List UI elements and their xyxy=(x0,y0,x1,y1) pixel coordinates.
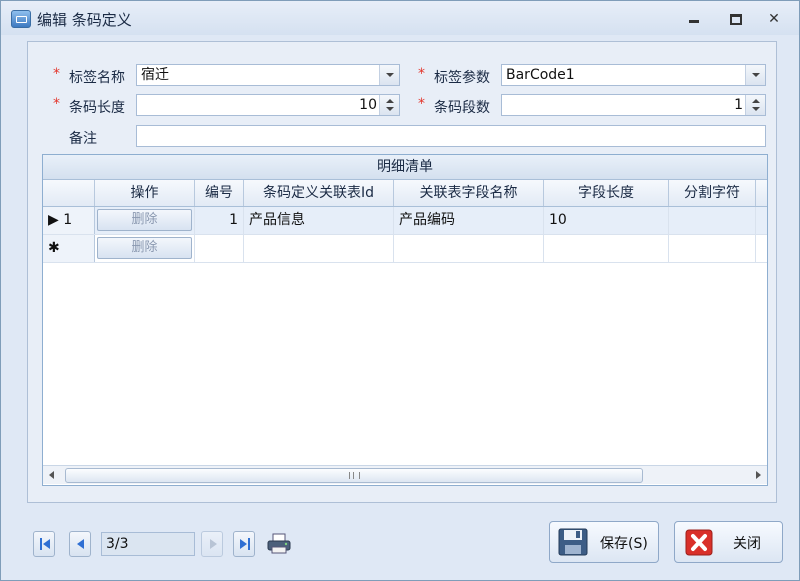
length-cell[interactable]: 10 xyxy=(544,207,669,234)
delete-button[interactable]: 删除 xyxy=(97,209,192,231)
column-header[interactable]: 编号 xyxy=(195,180,244,206)
scroll-left-icon[interactable] xyxy=(43,466,61,484)
first-icon xyxy=(40,538,42,550)
detail-grid: 明细清单 操作 编号 条码定义关联表Id 关联表字段名称 字段长度 分割字符 ▶… xyxy=(42,154,768,486)
close-button[interactable]: 关闭 xyxy=(674,521,783,563)
new-row[interactable]: ✱ 删除 xyxy=(43,235,767,263)
edit-barcode-window: 编辑 条码定义 ✕ * 标签名称 宿迁 * 标签参数 BarCode1 * 条码… xyxy=(0,0,800,581)
record-position: 3/3 xyxy=(101,532,195,556)
delete-button[interactable]: 删除 xyxy=(97,237,192,259)
horizontal-scrollbar[interactable] xyxy=(43,465,767,484)
first-record-button[interactable] xyxy=(33,531,55,557)
new-row-indicator[interactable]: ✱ xyxy=(43,235,95,262)
first-arrow-icon xyxy=(43,539,50,549)
segment-count-value: 1 xyxy=(734,97,743,113)
grid-header: 操作 编号 条码定义关联表Id 关联表字段名称 字段长度 分割字符 xyxy=(43,180,767,207)
spin-up-icon[interactable] xyxy=(386,99,394,103)
row-indicator-header xyxy=(43,180,95,206)
next-icon xyxy=(210,539,217,549)
last-arrow-icon xyxy=(240,539,247,549)
required-mark: * xyxy=(418,66,425,82)
table-row[interactable]: ▶ 1 删除 1 产品信息 产品编码 10 xyxy=(43,207,767,235)
label-param-label: 标签参数 xyxy=(434,70,490,86)
scrollbar-thumb[interactable] xyxy=(65,468,643,483)
code-length-spinner[interactable]: 10 xyxy=(136,94,400,116)
close-icon xyxy=(685,529,713,560)
last-record-button[interactable] xyxy=(233,531,255,557)
label-name-label: 标签名称 xyxy=(69,70,125,86)
label-param-combo[interactable]: BarCode1 xyxy=(501,64,766,86)
save-icon xyxy=(558,528,588,560)
spin-up-icon[interactable] xyxy=(752,99,760,103)
column-header[interactable]: 字段长度 xyxy=(544,180,669,206)
required-mark: * xyxy=(53,66,60,82)
required-mark: * xyxy=(53,96,60,112)
column-header[interactable]: 关联表字段名称 xyxy=(394,180,544,206)
code-length-value: 10 xyxy=(359,97,377,113)
close-window-button[interactable]: ✕ xyxy=(765,11,783,27)
spin-down-icon[interactable] xyxy=(386,107,394,111)
last-icon xyxy=(248,538,250,550)
previous-record-button[interactable] xyxy=(69,531,91,557)
printer-icon[interactable] xyxy=(265,532,293,556)
field-name-cell[interactable]: 产品编码 xyxy=(394,207,544,234)
table-id-cell[interactable]: 产品信息 xyxy=(244,207,394,234)
next-record-button[interactable] xyxy=(201,531,223,557)
minimize-icon xyxy=(689,20,699,23)
close-label: 关闭 xyxy=(733,536,761,552)
title-bar[interactable]: 编辑 条码定义 ✕ xyxy=(1,1,799,35)
length-cell[interactable] xyxy=(544,235,669,262)
app-icon xyxy=(11,10,31,28)
no-cell[interactable] xyxy=(195,235,244,262)
spin-down-icon[interactable] xyxy=(752,107,760,111)
field-name-cell[interactable] xyxy=(394,235,544,262)
maximize-button[interactable] xyxy=(727,11,745,27)
spin-buttons[interactable] xyxy=(745,95,765,115)
grid-caption: 明细清单 xyxy=(43,155,767,180)
maximize-icon xyxy=(730,14,742,25)
column-header[interactable]: 操作 xyxy=(95,180,195,206)
chevron-down-icon[interactable] xyxy=(379,65,399,85)
label-name-combo[interactable]: 宿迁 xyxy=(136,64,400,86)
separator-cell[interactable] xyxy=(669,235,756,262)
chevron-down-icon[interactable] xyxy=(745,65,765,85)
previous-icon xyxy=(77,539,84,549)
segment-count-label: 条码段数 xyxy=(434,100,490,116)
column-header[interactable]: 条码定义关联表Id xyxy=(244,180,394,206)
spin-buttons[interactable] xyxy=(379,95,399,115)
row-indicator[interactable]: ▶ 1 xyxy=(43,207,95,234)
action-cell: 删除 xyxy=(95,207,195,234)
scroll-right-icon[interactable] xyxy=(749,466,767,484)
window-title: 编辑 条码定义 xyxy=(37,11,132,29)
remark-input[interactable] xyxy=(136,125,766,147)
column-header[interactable]: 分割字符 xyxy=(669,180,756,206)
save-label: 保存(S) xyxy=(600,536,648,552)
separator-cell[interactable] xyxy=(669,207,756,234)
code-length-label: 条码长度 xyxy=(69,100,125,116)
action-cell: 删除 xyxy=(95,235,195,262)
grip-icon xyxy=(349,472,360,479)
save-button[interactable]: 保存(S) xyxy=(549,521,659,563)
no-cell[interactable]: 1 xyxy=(195,207,244,234)
table-id-cell[interactable] xyxy=(244,235,394,262)
minimize-button[interactable] xyxy=(685,11,703,27)
required-mark: * xyxy=(418,96,425,112)
label-param-value: BarCode1 xyxy=(506,67,575,83)
label-name-value: 宿迁 xyxy=(141,67,169,83)
segment-count-spinner[interactable]: 1 xyxy=(501,94,766,116)
remark-label: 备注 xyxy=(69,131,97,147)
close-icon: ✕ xyxy=(768,11,780,27)
